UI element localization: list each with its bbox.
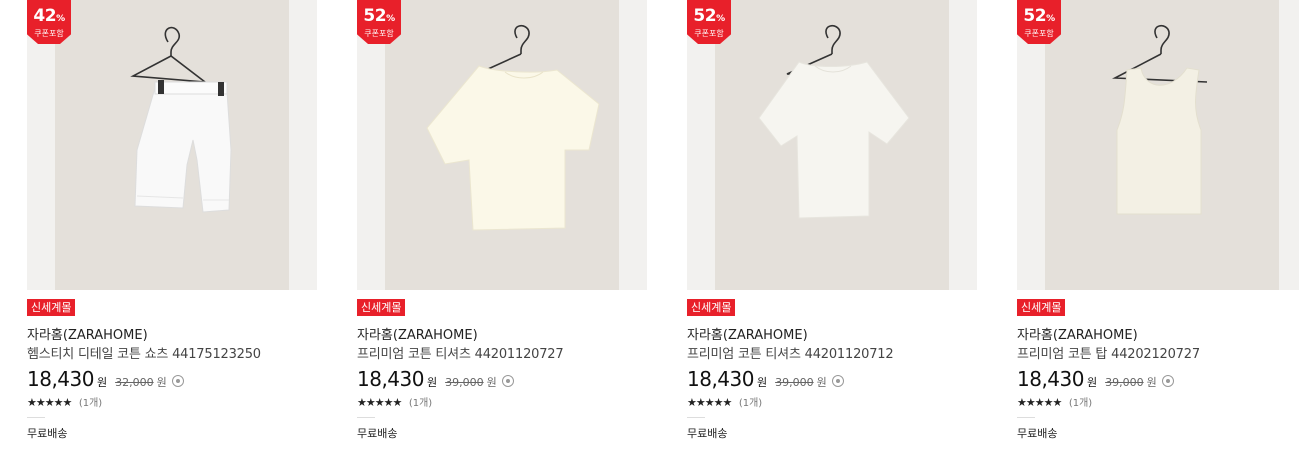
- product-card[interactable]: 52% 쿠폰포함 신세계몰 자라홈(ZARAHOME) 프리미엄 코튼 티셔츠 …: [687, 0, 977, 470]
- percent-sign: %: [1046, 14, 1055, 24]
- divider: [27, 417, 45, 418]
- discount-percent: 42: [33, 6, 57, 26]
- product-card[interactable]: 52% 쿠폰포함 신세계몰 자라홈(ZARAHOME) 프리미엄 코튼 티셔츠 …: [357, 0, 647, 470]
- product-photo: [715, 0, 949, 290]
- price-line: 18,430 원 39,000 원: [687, 367, 844, 391]
- coupon-label: 쿠폰포함: [694, 29, 724, 38]
- tshirt-on-hanger-illustration: [426, 25, 600, 231]
- rating: ★★★★★ (1개): [357, 394, 432, 409]
- store-tag: 신세계몰: [357, 299, 406, 316]
- shorts-on-hanger-illustration: [130, 26, 232, 213]
- percent-sign: %: [386, 14, 395, 24]
- product-photo: [385, 0, 619, 290]
- sale-price: 18,430: [687, 367, 754, 391]
- rating: ★★★★★ (1개): [27, 394, 102, 409]
- divider: [1017, 417, 1035, 418]
- product-grid: 42% 쿠폰포함 신세계몰 자라홈(ZARAHOME) 헴스티치 디테일 코튼 …: [0, 0, 1299, 470]
- price-info-icon[interactable]: [1161, 375, 1174, 387]
- sale-price: 18,430: [1017, 367, 1084, 391]
- price-unit: 원: [426, 376, 438, 389]
- product-name[interactable]: 프리미엄 코튼 티셔츠 44201120727: [357, 343, 564, 362]
- original-price: 39,000: [1105, 376, 1144, 389]
- product-photo: [55, 0, 289, 290]
- price-info-icon[interactable]: [171, 375, 184, 387]
- star-rating-icon: ★★★★★: [27, 396, 72, 409]
- sale-price: 18,430: [27, 367, 94, 391]
- price-line: 18,430 원 39,000 원: [357, 367, 514, 391]
- store-tag: 신세계몰: [27, 299, 76, 316]
- tshirt-on-hanger-illustration: [758, 25, 910, 219]
- store-tag: 신세계몰: [687, 299, 736, 316]
- coupon-label: 쿠폰포함: [1024, 29, 1054, 38]
- discount-badge: 52% 쿠폰포함: [687, 0, 731, 44]
- product-name[interactable]: 헴스티치 디테일 코튼 쇼츠 44175123250: [27, 343, 261, 362]
- price-unit: 원: [756, 376, 768, 389]
- original-price: 39,000: [445, 376, 484, 389]
- discount-percent: 52: [1023, 6, 1047, 26]
- price-unit: 원: [1086, 376, 1098, 389]
- product-image[interactable]: 52% 쿠폰포함: [357, 0, 647, 290]
- rating: ★★★★★ (1개): [1017, 394, 1092, 409]
- review-count[interactable]: (1개): [409, 398, 432, 409]
- star-rating-icon: ★★★★★: [1017, 396, 1062, 409]
- product-photo: [1045, 0, 1279, 290]
- product-image[interactable]: 52% 쿠폰포함: [1017, 0, 1299, 290]
- star-rating-icon: ★★★★★: [357, 396, 402, 409]
- discount-percent: 52: [693, 6, 717, 26]
- divider: [357, 417, 375, 418]
- price-info-icon[interactable]: [501, 375, 514, 387]
- rating: ★★★★★ (1개): [687, 394, 762, 409]
- divider: [687, 417, 705, 418]
- percent-sign: %: [56, 14, 65, 24]
- price-line: 18,430 원 32,000 원: [27, 367, 184, 391]
- discount-badge: 42% 쿠폰포함: [27, 0, 71, 44]
- product-image[interactable]: 42% 쿠폰포함: [27, 0, 317, 290]
- original-price-unit: 원: [816, 376, 827, 389]
- original-price: 32,000: [115, 376, 154, 389]
- price-info-icon[interactable]: [831, 375, 844, 387]
- shipping-label: 무료배송: [1017, 427, 1058, 440]
- product-name[interactable]: 프리미엄 코튼 탑 44202120727: [1017, 343, 1200, 362]
- product-name[interactable]: 프리미엄 코튼 티셔츠 44201120712: [687, 343, 894, 362]
- product-card[interactable]: 52% 쿠폰포함 신세계몰 자라홈(ZARAHOME) 프리미엄 코튼 탑 44…: [1017, 0, 1299, 470]
- review-count[interactable]: (1개): [1069, 398, 1092, 409]
- original-price-unit: 원: [1146, 376, 1157, 389]
- product-image[interactable]: 52% 쿠폰포함: [687, 0, 977, 290]
- shipping-label: 무료배송: [687, 427, 728, 440]
- discount-badge: 52% 쿠폰포함: [357, 0, 401, 44]
- review-count[interactable]: (1개): [739, 398, 762, 409]
- star-rating-icon: ★★★★★: [687, 396, 732, 409]
- original-price: 39,000: [775, 376, 814, 389]
- coupon-label: 쿠폰포함: [34, 29, 64, 38]
- discount-percent: 52: [363, 6, 387, 26]
- brand-name[interactable]: 자라홈(ZARAHOME): [27, 324, 148, 343]
- price-unit: 원: [96, 376, 108, 389]
- original-price-unit: 원: [486, 376, 497, 389]
- brand-name[interactable]: 자라홈(ZARAHOME): [687, 324, 808, 343]
- shipping-label: 무료배송: [357, 427, 398, 440]
- percent-sign: %: [716, 14, 725, 24]
- price-line: 18,430 원 39,000 원: [1017, 367, 1174, 391]
- coupon-label: 쿠폰포함: [364, 29, 394, 38]
- product-card[interactable]: 42% 쿠폰포함 신세계몰 자라홈(ZARAHOME) 헴스티치 디테일 코튼 …: [27, 0, 317, 470]
- shipping-label: 무료배송: [27, 427, 68, 440]
- brand-name[interactable]: 자라홈(ZARAHOME): [1017, 324, 1138, 343]
- sale-price: 18,430: [357, 367, 424, 391]
- brand-name[interactable]: 자라홈(ZARAHOME): [357, 324, 478, 343]
- discount-badge: 52% 쿠폰포함: [1017, 0, 1061, 44]
- original-price-unit: 원: [156, 376, 167, 389]
- store-tag: 신세계몰: [1017, 299, 1066, 316]
- tanktop-on-hanger-illustration: [1111, 25, 1208, 215]
- review-count[interactable]: (1개): [79, 398, 102, 409]
